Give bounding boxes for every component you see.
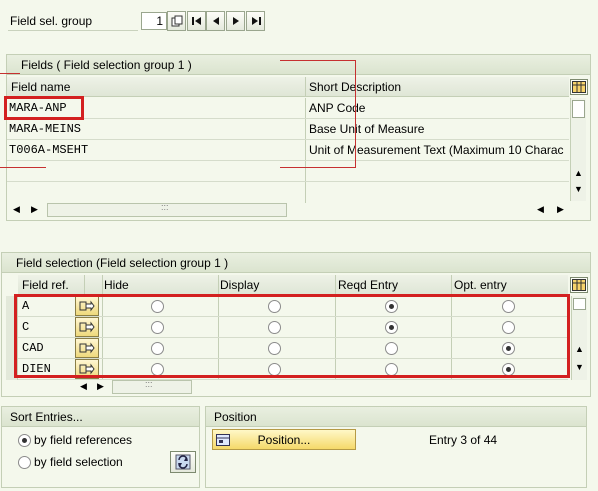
scroll-up-icon[interactable]: ▲	[574, 168, 583, 178]
scroll-right-icon[interactable]: ▶	[31, 204, 38, 215]
scroll-left-icon[interactable]: ◀	[13, 204, 20, 215]
fields-vertical-scrollbar[interactable]: ▲ ▼	[570, 98, 586, 201]
table-row[interactable]	[7, 161, 569, 182]
field-selection-panel-title: Field selection (Field selection group 1…	[2, 253, 590, 273]
table-row[interactable]: MARA-ANP ANP Code	[7, 98, 569, 119]
table-row[interactable]: MARA-MEINS Base Unit of Measure	[7, 119, 569, 140]
fields-panel: Fields ( Field selection group 1 ) Field…	[6, 54, 591, 221]
position-title: Position	[206, 407, 586, 427]
selection-grid-header: Field ref. Hide Display Reqd Entry Opt. …	[18, 275, 568, 295]
table-settings-icon[interactable]	[570, 277, 588, 293]
col-reqd-entry[interactable]: Reqd Entry	[338, 275, 398, 295]
highlight-box-field	[4, 96, 84, 120]
scroll-down-icon[interactable]: ▼	[574, 184, 583, 194]
field-name-cell: T006A-MSEHT	[9, 143, 89, 157]
short-description-cell: Base Unit of Measure	[309, 122, 425, 136]
radio-label-by-field-selection[interactable]: by field selection	[34, 455, 123, 469]
annotation-line	[0, 73, 20, 74]
col-field-name[interactable]: Field name	[11, 77, 70, 97]
annotation-line	[280, 167, 356, 168]
sort-refresh-icon[interactable]	[170, 451, 196, 473]
sort-entries-title: Sort Entries...	[2, 407, 199, 427]
next-page-icon[interactable]	[226, 11, 245, 31]
field-name-cell: MARA-MEINS	[9, 122, 82, 136]
scroll-thumb[interactable]	[572, 100, 585, 118]
scroll-thumb[interactable]	[573, 298, 586, 310]
scroll-left-icon[interactable]: ◀	[80, 381, 87, 392]
short-description-cell: ANP Code	[309, 101, 366, 115]
short-description-cell: Unit of Measurement Text (Maximum 10 Cha…	[309, 143, 564, 157]
field-sel-group-underline	[8, 30, 138, 31]
scroll-left-icon[interactable]: ◀	[537, 204, 544, 215]
radio-by-field-references[interactable]	[18, 434, 31, 447]
highlight-box-selection	[14, 294, 570, 378]
annotation-line	[0, 167, 46, 168]
last-page-icon[interactable]	[246, 11, 265, 31]
position-icon	[213, 433, 233, 446]
position-panel: Position Position... Entry 3 of 44	[205, 406, 587, 488]
fields-grid-header: Field name Short Description	[7, 77, 569, 97]
annotation-line	[355, 60, 356, 167]
scroll-down-icon[interactable]: ▼	[575, 362, 584, 372]
col-opt-entry[interactable]: Opt. entry	[454, 275, 507, 295]
fields-horizontal-scrollbar[interactable]: :::	[47, 202, 287, 217]
col-hide[interactable]: Hide	[104, 275, 129, 295]
radio-label-by-field-references[interactable]: by field references	[34, 433, 132, 447]
fields-panel-title: Fields ( Field selection group 1 )	[7, 55, 590, 75]
first-page-icon[interactable]	[187, 11, 206, 31]
scroll-right-icon[interactable]: ▶	[557, 204, 564, 215]
sort-entries-panel: Sort Entries... by field references by f…	[1, 406, 200, 488]
table-row[interactable]	[7, 182, 569, 203]
table-row[interactable]: T006A-MSEHT Unit of Measurement Text (Ma…	[7, 140, 569, 161]
previous-page-icon[interactable]	[206, 11, 225, 31]
scroll-up-icon[interactable]: ▲	[575, 344, 584, 354]
radio-by-field-selection[interactable]	[18, 456, 31, 469]
position-button-label: Position...	[257, 432, 311, 447]
scroll-grip-icon: :::	[161, 202, 169, 212]
entry-count-text: Entry 3 of 44	[429, 433, 498, 447]
copy-icon[interactable]	[167, 11, 186, 31]
scroll-grip-icon: :::	[145, 379, 153, 389]
position-button[interactable]: Position...	[212, 429, 356, 450]
col-display[interactable]: Display	[220, 275, 259, 295]
selection-horizontal-scrollbar[interactable]: :::	[112, 379, 192, 394]
table-settings-icon[interactable]	[570, 79, 588, 95]
annotation-line	[280, 60, 356, 61]
field-sel-group-input[interactable]: 1	[141, 12, 167, 30]
scroll-right-icon[interactable]: ▶	[97, 381, 104, 392]
field-sel-group-label: Field sel. group	[10, 14, 93, 28]
col-field-ref[interactable]: Field ref.	[22, 275, 69, 295]
selection-vertical-scrollbar[interactable]: ▲ ▼	[571, 296, 587, 380]
